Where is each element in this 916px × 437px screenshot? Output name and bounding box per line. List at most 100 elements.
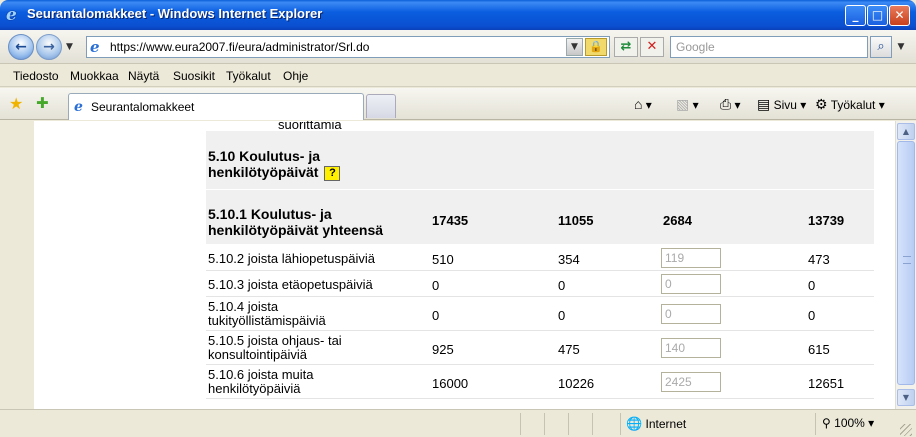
resize-grip[interactable]: [900, 424, 912, 436]
stop-icon: ✕: [646, 39, 658, 54]
table-row: 5.10.4 joista tukityöllistämispäiviä 0 0 …: [206, 298, 874, 331]
home-button[interactable]: ⌂ ▾: [634, 96, 652, 112]
scroll-down-button[interactable]: ▼: [897, 389, 915, 406]
row-value-1: 16000: [432, 376, 469, 391]
address-url[interactable]: https://www.eura2007.fi/eura/administrat…: [110, 40, 369, 54]
row-value-2: 10226: [558, 376, 595, 391]
row-value-1: 510: [432, 252, 454, 267]
status-divider: [568, 413, 569, 435]
print-button[interactable]: ⎙ ▾: [720, 96, 741, 113]
row-value-4: 12651: [808, 376, 845, 391]
row-input[interactable]: 2425: [661, 372, 721, 392]
row-input[interactable]: 140: [661, 338, 721, 358]
lock-icon[interactable]: 🔒: [585, 38, 607, 56]
scroll-up-button[interactable]: ▲: [897, 123, 915, 140]
section-header: 5.10 Koulutus- ja henkilötyöpäivät?: [206, 131, 874, 189]
page-left-margin: [0, 121, 34, 409]
refresh-icon: ⇄: [620, 39, 632, 54]
tab-toolbar: ★ ✚ e Seurantalomakkeet ⌂ ▾ ▧ ▾ ⎙ ▾ ▤ Si…: [0, 88, 916, 120]
zone-label: Internet: [645, 417, 687, 431]
menu-bar: Tiedosto Muokkaa Näytä Suosikit Työkalut…: [0, 65, 916, 87]
back-button[interactable]: ←: [8, 34, 34, 60]
ie-tab-icon: e: [74, 99, 83, 115]
vertical-scrollbar[interactable]: ▲ ▼: [895, 121, 916, 409]
table-row: 5.10.2 joista lähiopetuspäiviä 510 354 1…: [206, 246, 874, 271]
add-favorite-icon[interactable]: ✚: [36, 94, 49, 112]
menu-view[interactable]: Näytä: [128, 69, 159, 83]
page-icon: ▤: [757, 96, 771, 112]
menu-favorites[interactable]: Suosikit: [173, 69, 215, 83]
menu-edit[interactable]: Muokkaa: [70, 69, 119, 83]
tab-seurantalomakkeet[interactable]: e Seurantalomakkeet: [68, 93, 364, 120]
row-value-2: 354: [558, 252, 580, 267]
row-value-4: 0: [808, 278, 816, 293]
total-value-2: 11055: [558, 213, 594, 228]
zoom-control[interactable]: ⚲ 100% ▾: [822, 416, 874, 430]
row-label: 5.10.5 joista ohjaus- tai konsultointipäi…: [208, 333, 342, 362]
tools-menu-button[interactable]: ⚙ Työkalut ▾: [815, 96, 885, 113]
help-icon[interactable]: ?: [324, 165, 341, 181]
row-value-4: 0: [808, 308, 816, 323]
table-row: 5.10.5 joista ohjaus- tai konsultointipäi…: [206, 332, 874, 365]
address-toolbar: ← → ▼ e https://www.eura2007.fi/eura/adm…: [0, 30, 916, 64]
row-label: 5.10.2 joista lähiopetuspäiviä: [208, 251, 375, 266]
close-button[interactable]: ✕: [889, 5, 910, 26]
total-label: 5.10.1 Koulutus- ja henkilötyöpäivät yht…: [208, 206, 384, 238]
security-zone[interactable]: 🌐 Internet: [626, 416, 686, 432]
total-value-1: 17435: [432, 213, 469, 228]
search-button[interactable]: ⌕: [870, 36, 892, 58]
table-row: 5.10.3 joista etäopetuspäiviä 0 0 0 0: [206, 272, 874, 297]
forward-button[interactable]: →: [36, 34, 62, 60]
new-tab-button[interactable]: [366, 94, 396, 118]
print-icon: ⎙: [720, 96, 732, 112]
menu-help[interactable]: Ohje: [283, 69, 308, 83]
scroll-grip: [903, 256, 911, 264]
row-value-4: 473: [808, 252, 830, 267]
status-divider: [620, 413, 621, 435]
home-icon: ⌂: [634, 96, 643, 112]
row-value-1: 0: [432, 278, 440, 293]
address-bar[interactable]: e https://www.eura2007.fi/eura/administr…: [86, 36, 610, 58]
window-title: Seurantalomakkeet - Windows Internet Exp…: [27, 6, 323, 21]
feeds-icon: ▧: [676, 96, 690, 112]
title-bar: e Seurantalomakkeet - Windows Internet E…: [0, 0, 916, 30]
search-input[interactable]: Google: [670, 36, 868, 58]
zoom-level: 100%: [834, 416, 865, 430]
refresh-button[interactable]: ⇄: [614, 37, 638, 57]
status-bar: 🌐 Internet ⚲ 100% ▾: [0, 409, 916, 437]
total-value-4: 13739: [808, 213, 845, 228]
row-input[interactable]: 119: [661, 248, 721, 268]
page-content: suorittamia 5.10 Koulutus- ja henkilötyö…: [0, 121, 895, 409]
row-value-4: 615: [808, 342, 830, 357]
ie-logo-icon: e: [6, 5, 17, 25]
stop-button[interactable]: ✕: [640, 37, 664, 57]
status-divider: [592, 413, 593, 435]
menu-tools[interactable]: Työkalut: [226, 69, 271, 83]
search-icon: ⌕: [877, 39, 885, 54]
row-value-1: 925: [432, 342, 454, 357]
row-value-1: 0: [432, 308, 440, 323]
address-dropdown-button[interactable]: ▼: [566, 38, 583, 56]
scroll-thumb[interactable]: [897, 141, 915, 385]
recent-pages-dropdown[interactable]: ▼: [66, 42, 73, 52]
zoom-icon: ⚲: [822, 416, 831, 430]
search-options-dropdown[interactable]: ▼: [894, 36, 908, 58]
row-input[interactable]: 0: [661, 274, 721, 294]
status-divider: [544, 413, 545, 435]
row-value-2: 475: [558, 342, 580, 357]
status-divider: [520, 413, 521, 435]
gear-icon: ⚙: [815, 96, 828, 112]
row-label: 5.10.6 joista muita henkilötyöpäiviä: [208, 367, 314, 396]
favorites-star-icon[interactable]: ★: [9, 94, 23, 113]
page-menu-button[interactable]: ▤ Sivu ▾: [757, 96, 806, 113]
minimize-button[interactable]: _: [845, 5, 866, 26]
feeds-button[interactable]: ▧ ▾: [676, 96, 699, 113]
form-sidebar: [34, 121, 206, 401]
back-arrow-icon: ←: [15, 39, 27, 55]
row-value-2: 0: [558, 308, 566, 323]
row-input[interactable]: 0: [661, 304, 721, 324]
section-title: 5.10 Koulutus- ja henkilötyöpäivät?: [208, 148, 341, 181]
menu-file[interactable]: Tiedosto: [13, 69, 59, 83]
ie-page-icon: e: [90, 38, 100, 56]
maximize-button[interactable]: □: [867, 5, 888, 26]
